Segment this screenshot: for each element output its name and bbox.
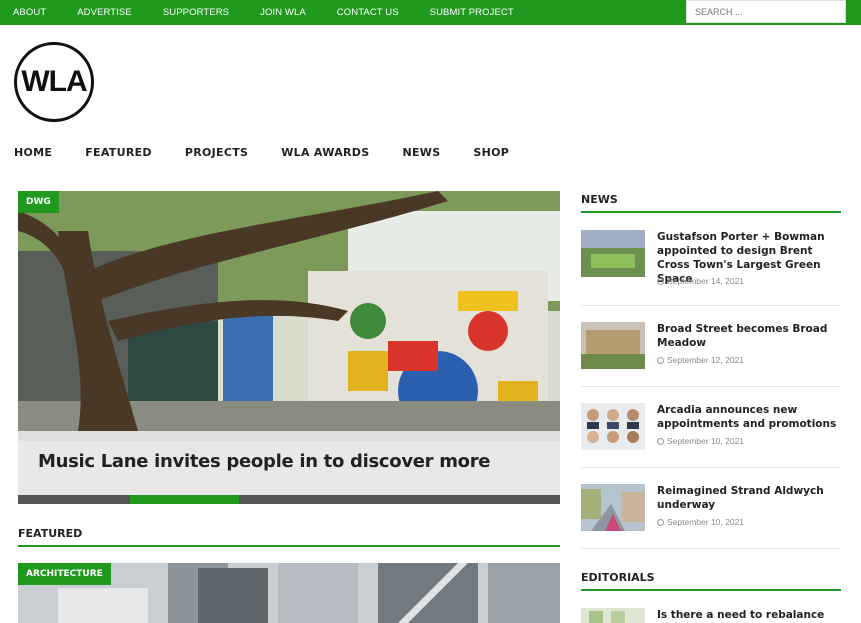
news-thumbnail[interactable] bbox=[581, 322, 645, 369]
hero-slider[interactable]: DWG Music Lane invites people in to disc… bbox=[18, 191, 560, 504]
nav-shop[interactable]: SHOP bbox=[473, 146, 509, 159]
news-thumbnail[interactable] bbox=[581, 230, 645, 277]
slider-progress-fill bbox=[130, 495, 239, 504]
news-divider bbox=[581, 386, 841, 387]
featured-article-image[interactable]: ARCHITECTURE bbox=[18, 563, 560, 623]
clock-icon bbox=[657, 438, 664, 445]
top-bar: ABOUT ADVERTISE SUPPORTERS JOIN WLA CONT… bbox=[0, 0, 861, 25]
news-title[interactable]: Arcadia announces new appointments and p… bbox=[657, 403, 841, 431]
news-section-divider bbox=[581, 211, 841, 213]
topnav-join-wla[interactable]: JOIN WLA bbox=[260, 7, 306, 18]
news-thumbnail[interactable] bbox=[581, 484, 645, 531]
news-date: September 10, 2021 bbox=[657, 436, 744, 446]
news-divider bbox=[581, 548, 841, 549]
news-date: September 14, 2021 bbox=[657, 276, 744, 286]
hero-caption: Music Lane invites people in to discover… bbox=[18, 431, 560, 495]
featured-section-divider bbox=[18, 545, 560, 547]
news-date: September 12, 2021 bbox=[657, 355, 744, 365]
nav-wla-awards[interactable]: WLA AWARDS bbox=[281, 146, 369, 159]
nav-featured[interactable]: FEATURED bbox=[85, 146, 152, 159]
nav-projects[interactable]: PROJECTS bbox=[185, 146, 248, 159]
logo-text: WLA bbox=[21, 65, 87, 98]
clock-icon bbox=[657, 519, 664, 526]
news-title[interactable]: Broad Street becomes Broad Meadow bbox=[657, 322, 841, 350]
site-logo[interactable]: WLA bbox=[14, 42, 94, 122]
nav-home[interactable]: HOME bbox=[14, 146, 52, 159]
slider-progress-bar[interactable] bbox=[18, 495, 560, 504]
news-title[interactable]: Reimagined Strand Aldwych underway bbox=[657, 484, 841, 512]
topnav-contact-us[interactable]: CONTACT US bbox=[337, 7, 399, 18]
nav-news[interactable]: NEWS bbox=[402, 146, 440, 159]
topnav-submit-project[interactable]: SUBMIT PROJECT bbox=[430, 7, 514, 18]
top-navigation: ABOUT ADVERTISE SUPPORTERS JOIN WLA CONT… bbox=[0, 0, 532, 25]
featured-category-badge[interactable]: ARCHITECTURE bbox=[18, 563, 111, 585]
featured-section-title: FEATURED bbox=[18, 527, 83, 540]
news-thumbnail[interactable] bbox=[581, 403, 645, 450]
clock-icon bbox=[657, 278, 664, 285]
editorials-section-title: EDITORIALS bbox=[581, 571, 655, 584]
clock-icon bbox=[657, 357, 664, 364]
hero-category-badge[interactable]: DWG bbox=[18, 191, 59, 213]
editorial-thumbnail[interactable] bbox=[581, 608, 645, 623]
topnav-advertise[interactable]: ADVERTISE bbox=[77, 7, 132, 18]
news-divider bbox=[581, 467, 841, 468]
search-input[interactable] bbox=[686, 0, 846, 23]
topnav-about[interactable]: ABOUT bbox=[13, 7, 46, 18]
editorial-title[interactable]: Is there a need to rebalance bbox=[657, 608, 841, 622]
news-section-title: NEWS bbox=[581, 193, 618, 206]
news-date: September 10, 2021 bbox=[657, 517, 744, 527]
editorials-section-divider bbox=[581, 589, 841, 591]
news-divider bbox=[581, 305, 841, 306]
main-navigation: HOME FEATURED PROJECTS WLA AWARDS NEWS S… bbox=[14, 146, 542, 159]
hero-title[interactable]: Music Lane invites people in to discover… bbox=[38, 451, 491, 472]
topnav-supporters[interactable]: SUPPORTERS bbox=[163, 7, 229, 18]
